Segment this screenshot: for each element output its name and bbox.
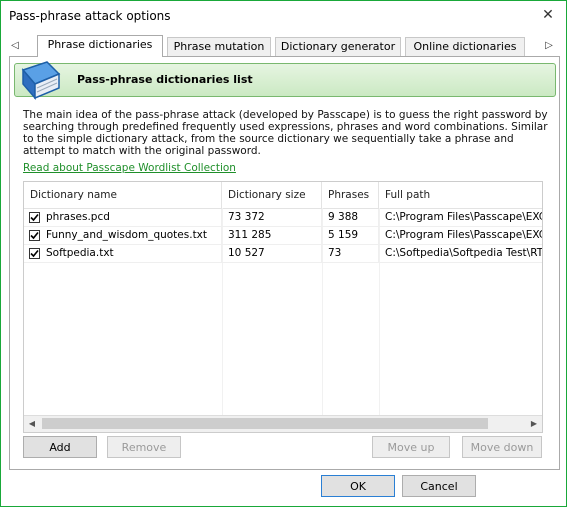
- tab-dictionary-generator[interactable]: Dictionary generator: [275, 37, 401, 56]
- add-button[interactable]: Add: [23, 436, 97, 458]
- column-dictionary-name[interactable]: Dictionary name: [24, 182, 222, 208]
- section-banner: Pass-phrase dictionaries list: [14, 63, 556, 97]
- table-row[interactable]: phrases.pcd 73 372 9 388 C:\Program File…: [24, 209, 542, 227]
- dictionary-name: Softpedia.txt: [46, 247, 114, 259]
- wordlist-collection-link[interactable]: Read about Passcape Wordlist Collection: [23, 162, 236, 174]
- ok-button[interactable]: OK: [321, 475, 395, 497]
- cancel-button[interactable]: Cancel: [402, 475, 476, 497]
- dictionary-name-cell: phrases.pcd: [24, 209, 222, 226]
- checkmark-icon: [30, 231, 39, 240]
- phrases-cell: 5 159: [322, 227, 379, 244]
- column-phrases[interactable]: Phrases: [322, 182, 379, 208]
- close-icon[interactable]: ✕: [540, 7, 556, 23]
- banner-title: Pass-phrase dictionaries list: [77, 73, 253, 86]
- horizontal-scrollbar[interactable]: ◀ ▶: [24, 415, 542, 432]
- scroll-left-icon[interactable]: ◀: [24, 416, 40, 432]
- tab-phrase-mutation[interactable]: Phrase mutation: [167, 37, 271, 56]
- checkmark-icon: [30, 213, 39, 222]
- scroll-right-icon[interactable]: ▶: [526, 416, 542, 432]
- dictionary-size-cell: 311 285: [222, 227, 322, 244]
- row-checkbox[interactable]: [29, 212, 40, 223]
- book-icon: [21, 61, 61, 101]
- window-title: Pass-phrase attack options: [9, 9, 171, 23]
- list-header: Dictionary name Dictionary size Phrases …: [24, 182, 542, 209]
- dictionary-name-cell: Funny_and_wisdom_quotes.txt: [24, 227, 222, 244]
- row-checkbox[interactable]: [29, 230, 40, 241]
- dictionary-name-cell: Softpedia.txt: [24, 245, 222, 262]
- tab-scroll-left-icon[interactable]: ◁: [9, 39, 21, 53]
- dictionary-name: phrases.pcd: [46, 211, 110, 223]
- tab-panel: Pass-phrase dictionaries list The main i…: [9, 56, 560, 470]
- move-up-button[interactable]: Move up: [372, 436, 450, 458]
- phrases-cell: 9 388: [322, 209, 379, 226]
- tab-strip: ◁ Phrase dictionaries Phrase mutation Di…: [9, 35, 558, 57]
- phrases-cell: 73: [322, 245, 379, 262]
- dictionary-name: Funny_and_wisdom_quotes.txt: [46, 229, 208, 241]
- dialog-window: Pass-phrase attack options ✕ ◁ Phrase di…: [0, 0, 567, 507]
- title-bar: Pass-phrase attack options ✕: [1, 1, 566, 31]
- dictionary-size-cell: 10 527: [222, 245, 322, 262]
- full-path-cell: C:\Program Files\Passcape\EXCE: [385, 229, 542, 241]
- tab-phrase-dictionaries[interactable]: Phrase dictionaries: [37, 35, 163, 57]
- checkmark-icon: [30, 249, 39, 258]
- column-full-path[interactable]: Full path: [379, 182, 542, 208]
- tab-scroll-right-icon[interactable]: ▷: [543, 39, 555, 53]
- dictionary-list: Dictionary name Dictionary size Phrases …: [23, 181, 543, 433]
- tab-online-dictionaries[interactable]: Online dictionaries: [405, 37, 525, 56]
- scrollbar-thumb[interactable]: [42, 418, 488, 429]
- column-dictionary-size[interactable]: Dictionary size: [222, 182, 322, 208]
- row-checkbox[interactable]: [29, 248, 40, 259]
- description-text: The main idea of the pass-phrase attack …: [23, 109, 548, 157]
- table-row[interactable]: Funny_and_wisdom_quotes.txt 311 285 5 15…: [24, 227, 542, 245]
- full-path-cell: C:\Program Files\Passcape\EXCE: [385, 211, 542, 223]
- remove-button[interactable]: Remove: [107, 436, 181, 458]
- table-row[interactable]: Softpedia.txt 10 527 73 C:\Softpedia\Sof…: [24, 245, 542, 263]
- full-path-cell: C:\Softpedia\Softpedia Test\RTF: [385, 247, 542, 259]
- dictionary-size-cell: 73 372: [222, 209, 322, 226]
- move-down-button[interactable]: Move down: [462, 436, 542, 458]
